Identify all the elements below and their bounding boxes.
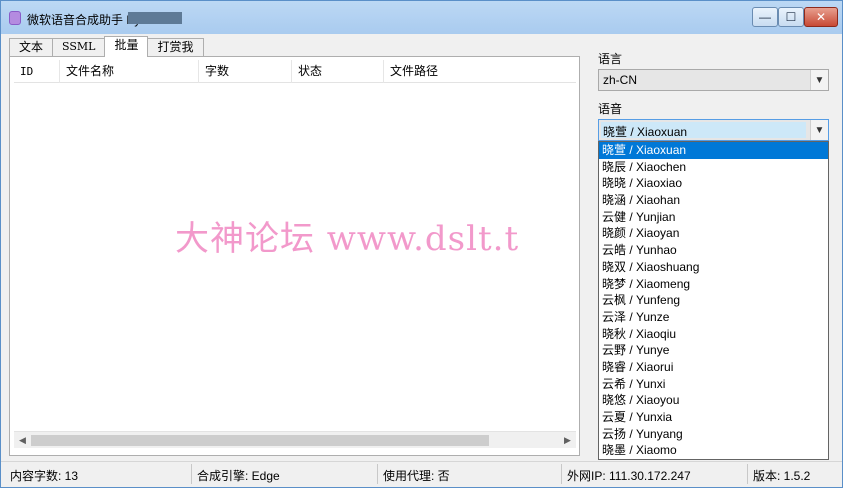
- close-icon: ✕: [815, 10, 827, 24]
- voice-option[interactable]: 云泽 / Yunze: [599, 309, 828, 326]
- voice-option[interactable]: 云野 / Yunye: [599, 342, 828, 359]
- voice-option[interactable]: 云扬 / Yunyang: [599, 426, 828, 443]
- chevron-down-icon[interactable]: ▼: [810, 120, 828, 140]
- watermark-text: 大神论坛 www.dslt.t: [175, 219, 520, 259]
- language-label: 语言: [598, 52, 623, 66]
- horizontal-scrollbar[interactable]: ◀ ▶: [14, 431, 576, 448]
- language-select[interactable]: zh-CN ▼: [598, 69, 829, 91]
- column-id[interactable]: ID: [14, 60, 60, 83]
- tab-donate[interactable]: 打赏我: [147, 38, 204, 56]
- voice-option[interactable]: 云夏 / Yunxia: [599, 409, 828, 426]
- column-status[interactable]: 状态: [292, 60, 384, 83]
- voice-option[interactable]: 晓悠 / Xiaoyou: [599, 392, 828, 409]
- chevron-down-icon[interactable]: ▼: [810, 70, 828, 90]
- app-window: 微软语音合成助手 By — ☐ ✕ 文本 SSML 批量 打赏我 ID 文件名称…: [0, 0, 843, 488]
- column-filepath[interactable]: 文件路径: [384, 60, 576, 83]
- voice-option[interactable]: 晓双 / Xiaoshuang: [599, 259, 828, 276]
- maximize-button[interactable]: ☐: [778, 7, 804, 27]
- close-button[interactable]: ✕: [804, 7, 838, 27]
- voice-option[interactable]: 晓涵 / Xiaohan: [599, 192, 828, 209]
- voice-option[interactable]: 云枫 / Yunfeng: [599, 292, 828, 309]
- voice-option[interactable]: 晓晓 / Xiaoxiao: [599, 175, 828, 192]
- voice-value: 晓萱 / Xiaoxuan: [603, 125, 688, 139]
- app-icon: [9, 11, 21, 25]
- voice-option[interactable]: 云皓 / Yunhao: [599, 242, 828, 259]
- status-separator: [561, 464, 562, 484]
- column-filename[interactable]: 文件名称: [60, 60, 199, 83]
- voice-label: 语音: [598, 102, 623, 116]
- status-proxy: 使用代理: 否: [383, 469, 450, 483]
- minimize-icon: —: [759, 10, 771, 24]
- voice-option[interactable]: 晓颜 / Xiaoyan: [599, 225, 828, 242]
- status-separator: [377, 464, 378, 484]
- language-value: zh-CN: [603, 73, 638, 87]
- status-ip: 外网IP: 111.30.172.247: [567, 469, 691, 483]
- voice-option[interactable]: 云健 / Yunjian: [599, 209, 828, 226]
- voice-option[interactable]: 晓秋 / Xiaoqiu: [599, 326, 828, 343]
- title-bar[interactable]: 微软语音合成助手 By — ☐ ✕: [1, 1, 842, 34]
- tab-text[interactable]: 文本: [9, 38, 54, 56]
- voice-option[interactable]: 晓墨 / Xiaomo: [599, 442, 828, 459]
- voice-dropdown-list: 晓萱 / Xiaoxuan 晓辰 / Xiaochen 晓晓 / Xiaoxiao 晓…: [598, 141, 829, 460]
- tab-batch[interactable]: 批量: [104, 36, 149, 57]
- tab-strip: 文本 SSML 批量 打赏我: [9, 36, 204, 57]
- redacted-author: [128, 12, 182, 24]
- tab-ssml[interactable]: SSML: [52, 38, 106, 56]
- status-char-count: 内容字数: 13: [10, 469, 79, 483]
- list-header: ID 文件名称 字数 状态 文件路径: [14, 60, 576, 83]
- voice-option[interactable]: 晓萱 / Xiaoxuan: [599, 142, 828, 159]
- maximize-icon: ☐: [785, 10, 797, 24]
- voice-option[interactable]: 云希 / Yunxi: [599, 376, 828, 393]
- voice-option[interactable]: 晓梦 / Xiaomeng: [599, 276, 828, 293]
- voice-option[interactable]: 晓辰 / Xiaochen: [599, 159, 828, 176]
- status-version: 版本: 1.5.2: [753, 469, 811, 483]
- voice-select[interactable]: 晓萱 / Xiaoxuan ▼: [598, 119, 829, 141]
- voice-option[interactable]: 晓睿 / Xiaorui: [599, 359, 828, 376]
- status-bar: 内容字数: 13 合成引擎: Edge 使用代理: 否 外网IP: 111.30…: [1, 461, 842, 487]
- status-separator: [747, 464, 748, 484]
- minimize-button[interactable]: —: [752, 7, 778, 27]
- scroll-left-icon[interactable]: ◀: [14, 432, 31, 449]
- column-word-count[interactable]: 字数: [199, 60, 292, 83]
- status-engine: 合成引擎: Edge: [197, 469, 280, 483]
- scroll-thumb[interactable]: [31, 435, 489, 446]
- window-title: 微软语音合成助手 By: [27, 13, 141, 27]
- status-separator: [191, 464, 192, 484]
- scroll-right-icon[interactable]: ▶: [559, 432, 576, 449]
